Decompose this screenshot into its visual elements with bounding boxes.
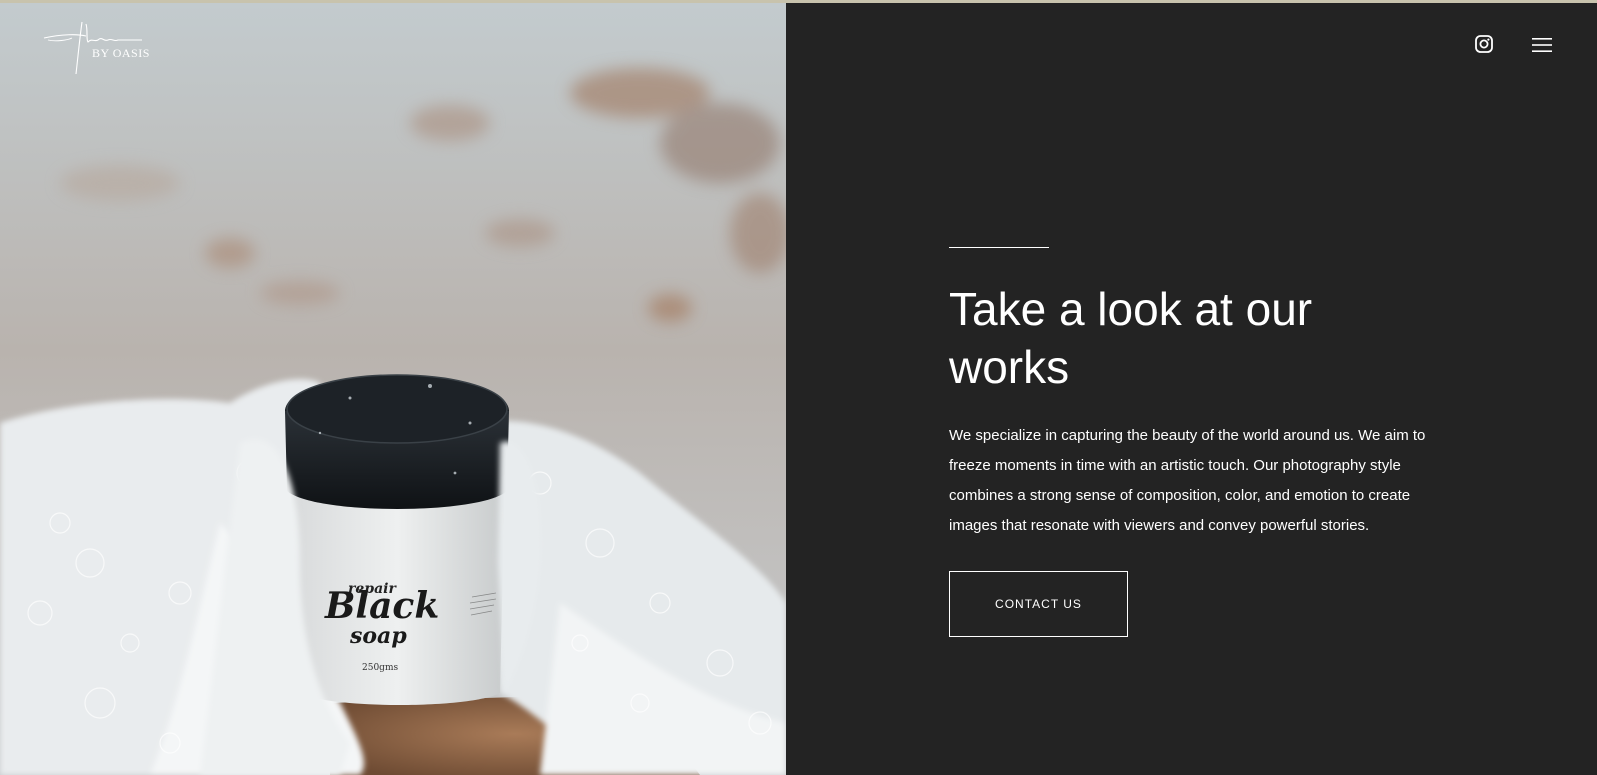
instagram-link[interactable] bbox=[1475, 35, 1493, 53]
jar-label-black: Black bbox=[324, 585, 439, 627]
instagram-icon bbox=[1475, 35, 1493, 53]
contact-us-button[interactable]: CONTACT US bbox=[949, 571, 1128, 637]
menu-button[interactable] bbox=[1532, 37, 1552, 53]
page-title: Take a look at our works bbox=[949, 283, 1313, 393]
brand-logo[interactable]: By oasis bbox=[42, 16, 152, 76]
title-divider bbox=[949, 247, 1049, 248]
jar-label-weight: 250gms bbox=[362, 663, 398, 673]
hero-photo: repair Black soap 250gms bbox=[0, 3, 786, 775]
logo-text: By oasis bbox=[92, 46, 150, 60]
jar-label-soap: soap bbox=[349, 623, 407, 649]
soap-jar-photo-illustration: repair Black soap 250gms bbox=[0, 3, 786, 775]
hamburger-menu-icon bbox=[1532, 38, 1552, 52]
intro-paragraph: We specialize in capturing the beauty of… bbox=[949, 427, 1426, 534]
